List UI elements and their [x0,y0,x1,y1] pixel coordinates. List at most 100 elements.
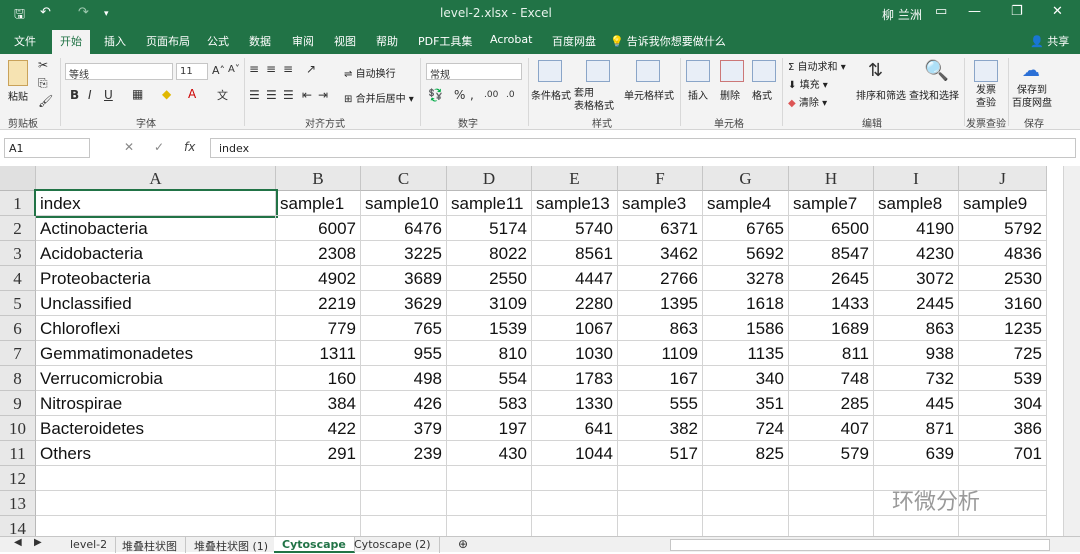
insert-function-icon[interactable]: fx [184,140,195,154]
redo-icon[interactable]: ↷ [78,5,89,20]
sheet-tab[interactable]: Cytoscape (2) [346,537,440,553]
data-cell[interactable]: 724 [703,416,789,441]
copy-icon[interactable]: ⎘ [38,76,48,91]
data-cell[interactable]: 3109 [447,291,532,316]
data-cell[interactable]: 732 [874,366,959,391]
enter-icon[interactable]: ✓ [154,140,164,154]
decrease-indent-icon[interactable]: ⇤ [302,88,312,102]
data-cell[interactable]: 384 [276,391,361,416]
data-cell[interactable] [959,516,1047,536]
data-cell[interactable] [789,516,874,536]
data-cell[interactable]: 5792 [959,216,1047,241]
new-sheet-icon[interactable]: ⊕ [458,537,468,551]
row-header[interactable]: 4 [0,266,36,291]
tab-baidu-netdisk[interactable]: 百度网盘 [552,33,596,49]
header-cell[interactable]: sample9 [959,191,1047,216]
data-cell[interactable]: 197 [447,416,532,441]
data-cell[interactable]: 167 [618,366,703,391]
format-cells-button[interactable]: 格式 [752,87,772,102]
data-cell[interactable]: 8561 [532,241,618,266]
row-label-cell[interactable]: Bacteroidetes [36,416,276,441]
tab-home[interactable]: 开始 [52,30,90,54]
data-cell[interactable]: 779 [276,316,361,341]
data-cell[interactable]: 379 [361,416,447,441]
close-button[interactable]: ✕ [1052,4,1063,19]
column-header-d[interactable]: D [447,166,532,191]
data-cell[interactable] [874,516,959,536]
paste-icon[interactable] [8,60,28,86]
data-cell[interactable]: 4447 [532,266,618,291]
data-cell[interactable]: 748 [789,366,874,391]
data-cell[interactable]: 285 [789,391,874,416]
tab-insert[interactable]: 插入 [104,33,126,49]
vertical-scrollbar[interactable] [1063,166,1080,536]
data-cell[interactable]: 3225 [361,241,447,266]
data-cell[interactable] [447,466,532,491]
data-cell[interactable]: 5740 [532,216,618,241]
data-cell[interactable]: 825 [703,441,789,466]
sheet-tab[interactable]: level-2 [62,537,117,553]
data-cell[interactable]: 765 [361,316,447,341]
data-cell[interactable]: 6371 [618,216,703,241]
format-as-table-icon[interactable] [586,60,610,82]
data-cell[interactable]: 3629 [361,291,447,316]
font-color-icon[interactable]: A [188,87,196,101]
scroll-right-icon[interactable]: ▶ [34,537,42,548]
data-cell[interactable]: 382 [618,416,703,441]
data-cell[interactable]: 555 [618,391,703,416]
fill-color-icon[interactable]: ◆ [162,87,171,101]
row-header[interactable]: 12 [0,466,36,491]
tab-page-layout[interactable]: 页面布局 [146,33,190,49]
insert-cells-icon[interactable] [686,60,710,82]
align-center-icon[interactable]: ☰ [266,88,277,102]
header-cell[interactable]: sample10 [361,191,447,216]
phonetic-icon[interactable]: 文 [217,87,228,103]
data-cell[interactable] [447,491,532,516]
data-cell[interactable]: 1783 [532,366,618,391]
data-cell[interactable] [361,466,447,491]
data-cell[interactable]: 539 [959,366,1047,391]
ribbon-display-icon[interactable]: ▭ [935,4,947,19]
data-cell[interactable] [276,516,361,536]
data-cell[interactable]: 6007 [276,216,361,241]
row-header[interactable]: 6 [0,316,36,341]
data-cell[interactable]: 1586 [703,316,789,341]
tab-file[interactable]: 文件 [14,33,36,49]
data-cell[interactable]: 386 [959,416,1047,441]
row-label-cell[interactable]: Actinobacteria [36,216,276,241]
data-cell[interactable]: 863 [874,316,959,341]
tab-formulas[interactable]: 公式 [207,33,229,49]
row-header[interactable]: 11 [0,441,36,466]
column-header-i[interactable]: I [874,166,959,191]
data-cell[interactable]: 2645 [789,266,874,291]
maximize-button[interactable]: ❐ [1011,4,1023,19]
sheet-tab[interactable]: 堆叠柱状图 (1) [186,537,278,553]
data-cell[interactable]: 4836 [959,241,1047,266]
data-cell[interactable] [789,466,874,491]
merge-center-button[interactable]: ⊞ 合并后居中 ▾ [344,90,414,105]
decrease-font-icon[interactable]: A˅ [228,64,240,75]
data-cell[interactable] [276,466,361,491]
data-cell[interactable]: 3072 [874,266,959,291]
sheet-tab-active[interactable]: Cytoscape [274,537,355,553]
data-cell[interactable]: 2280 [532,291,618,316]
select-all-corner[interactable] [0,166,36,191]
worksheet-grid[interactable]: A B C D E F G H I J 1 index sample1 sample10 sample11 s… [0,166,1080,536]
data-cell[interactable]: 304 [959,391,1047,416]
row-header[interactable]: 1 [0,191,36,216]
data-cell[interactable]: 6476 [361,216,447,241]
cell-styles-button[interactable]: 单元格样式 [624,87,674,102]
row-label-cell[interactable] [36,466,276,491]
data-cell[interactable]: 810 [447,341,532,366]
data-cell[interactable]: 239 [361,441,447,466]
percent-icon[interactable]: % [454,88,465,102]
row-header[interactable]: 8 [0,366,36,391]
paste-button[interactable]: 粘贴 [8,88,28,103]
comma-icon[interactable]: , [470,88,474,102]
column-header-g[interactable]: G [703,166,789,191]
borders-icon[interactable]: ▦ [132,87,143,101]
align-top-icon[interactable]: ≡ [249,62,259,76]
find-select-button[interactable]: 查找和选择 [909,87,959,102]
row-label-cell[interactable]: Acidobacteria [36,241,276,266]
data-cell[interactable]: 938 [874,341,959,366]
